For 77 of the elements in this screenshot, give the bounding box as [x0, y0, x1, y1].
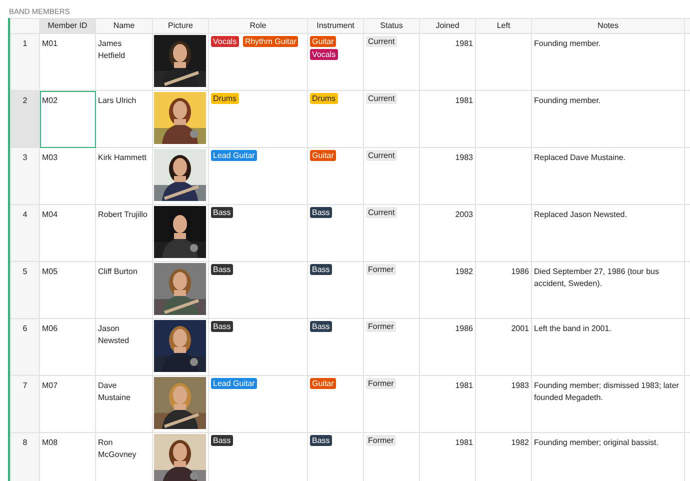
- row-number[interactable]: 8: [10, 432, 40, 481]
- row-number[interactable]: 1: [10, 34, 40, 90]
- table-cell: 1981: [420, 376, 476, 432]
- table-cell: 1986: [476, 262, 532, 318]
- row-number[interactable]: 4: [10, 204, 40, 262]
- table-cell: Jason Newsted: [96, 318, 152, 376]
- table-cell: Kirk Hammett: [96, 148, 152, 204]
- table-cell: Left the band in 2001.: [532, 318, 684, 376]
- table-cell: M01: [40, 34, 96, 90]
- role-tag: Vocals: [211, 36, 239, 48]
- role-tag: Lead Guitar: [211, 150, 257, 162]
- column-header[interactable]: Instrument: [308, 18, 364, 34]
- instrument-tag: Bass: [310, 264, 332, 276]
- column-header[interactable]: Notes: [532, 18, 684, 34]
- instrument-tag: Vocals: [310, 49, 338, 60]
- table-cell: M02: [40, 90, 96, 148]
- column-header[interactable]: Name: [96, 18, 152, 34]
- table-cell: M07: [40, 376, 96, 432]
- role-tag: Drums: [211, 93, 239, 104]
- table-cell: 1986: [420, 318, 476, 376]
- table-cell: 1983: [476, 376, 532, 432]
- table-cell: Cliff Burton: [96, 262, 152, 318]
- role-tag: Bass: [211, 264, 233, 276]
- table-cell: Lars Ulrich: [96, 90, 152, 148]
- row-number[interactable]: 2: [10, 90, 40, 148]
- table-cell: 1983: [420, 148, 476, 204]
- table-cell: 1981: [420, 34, 476, 90]
- column-header[interactable]: Member ID: [40, 18, 96, 34]
- column-header[interactable]: Joined: [420, 18, 476, 34]
- instrument-tag: Guitar: [310, 36, 336, 48]
- instrument-tag: Guitar: [310, 378, 336, 390]
- row-number[interactable]: 5: [10, 262, 40, 318]
- instrument-tag: Drums: [310, 93, 338, 104]
- status-tag: Current: [366, 207, 397, 218]
- table-cell: Replaced Jason Newsted.: [532, 204, 684, 262]
- row-number[interactable]: 3: [10, 148, 40, 204]
- instrument-tag: Bass: [310, 321, 332, 332]
- table-cell: Robert Trujillo: [96, 204, 152, 262]
- table-cell: M08: [40, 432, 96, 481]
- instrument-tag: Bass: [310, 207, 332, 218]
- table-cell: M03: [40, 148, 96, 204]
- table-cell: 2003: [420, 204, 476, 262]
- table-cell: 2001: [476, 318, 532, 376]
- table-cell: M05: [40, 262, 96, 318]
- status-tag: Former: [366, 264, 396, 276]
- table-cell: James Hetfield: [96, 34, 152, 90]
- role-tag: Rhythm Guitar: [242, 36, 298, 48]
- instrument-tag: Guitar: [310, 150, 336, 162]
- role-tag: Bass: [211, 207, 233, 218]
- role-tag: Lead Guitar: [211, 378, 257, 390]
- table-cell: Founding member.: [532, 90, 684, 148]
- table-cell: Founding member; original bassist.: [532, 432, 684, 481]
- status-tag: Former: [366, 321, 396, 332]
- table-cell: 1981: [420, 90, 476, 148]
- table-cell: Ron McGovney: [96, 432, 152, 481]
- row-number[interactable]: 6: [10, 318, 40, 376]
- column-header[interactable]: Left: [476, 18, 532, 34]
- status-tag: Current: [366, 150, 397, 162]
- column-header[interactable]: Status: [364, 18, 420, 34]
- role-tag: Bass: [211, 321, 233, 332]
- role-tag: Bass: [211, 435, 233, 446]
- table-cell: M04: [40, 204, 96, 262]
- table-cell: Replaced Dave Mustaine.: [532, 148, 684, 204]
- status-tag: Current: [366, 36, 397, 48]
- table-cell: M06: [40, 318, 96, 376]
- column-header[interactable]: Role: [208, 18, 308, 34]
- column-header[interactable]: Picture: [152, 18, 208, 34]
- table-cell: Dave Mustaine: [96, 376, 152, 432]
- row-number[interactable]: 7: [10, 376, 40, 432]
- instrument-tag: Bass: [310, 435, 332, 446]
- table-cell: Founding member; dismissed 1983; later founded Megadeth.: [532, 376, 684, 432]
- table-cell: 1982: [420, 262, 476, 318]
- table-cell: Founding member.: [532, 34, 684, 90]
- status-tag: Former: [366, 378, 396, 390]
- status-tag: Current: [366, 93, 397, 104]
- status-tag: Former: [366, 435, 396, 446]
- table-cell: Died September 27, 1986 (tour bus accident, Sweden).: [532, 262, 684, 318]
